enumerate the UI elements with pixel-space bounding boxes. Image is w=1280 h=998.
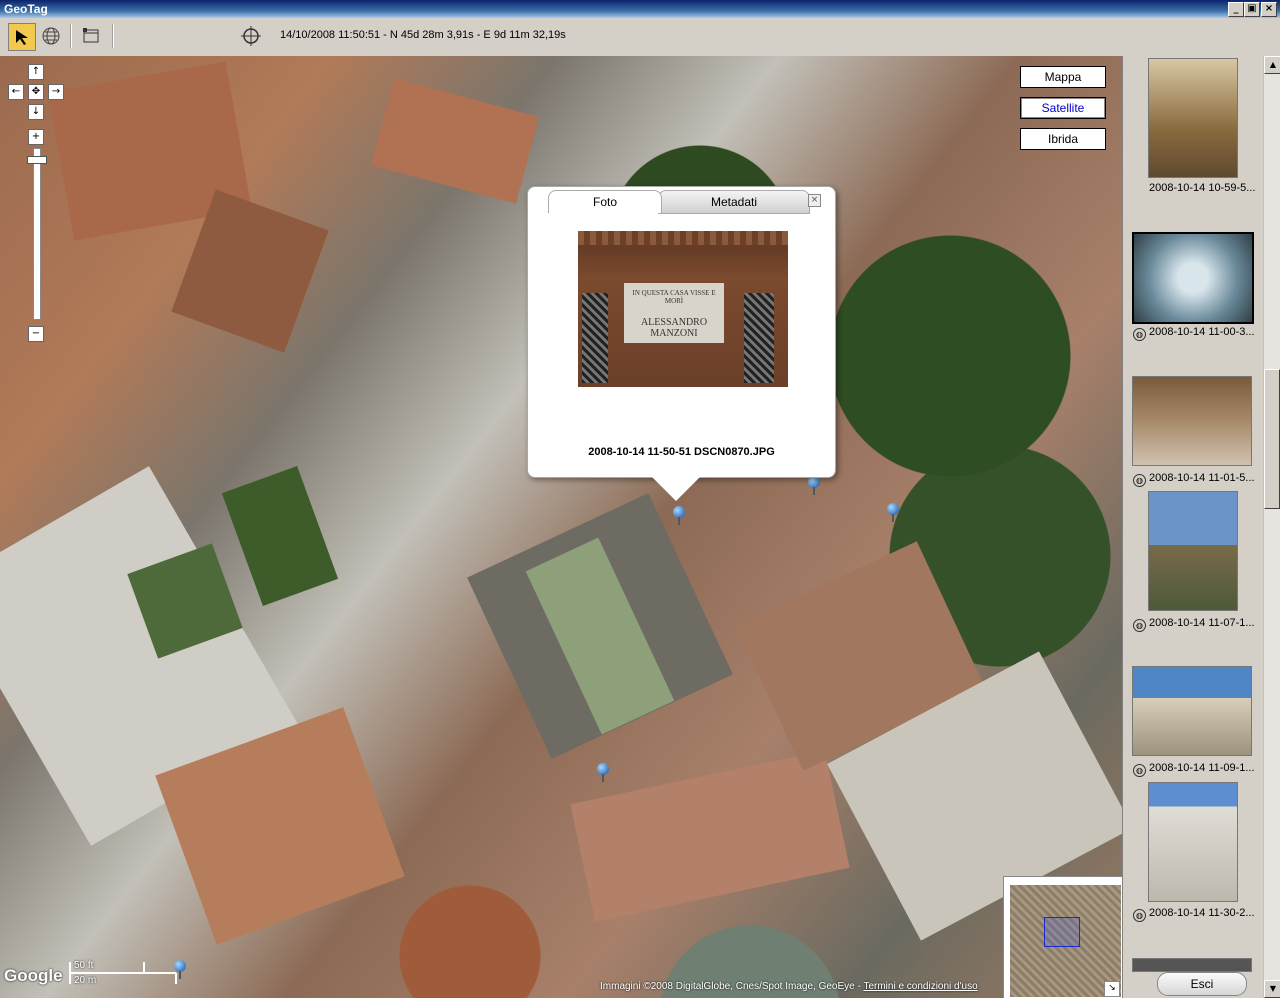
photo-window-grille	[744, 293, 774, 383]
photo-marker-pin[interactable]	[887, 503, 899, 522]
pan-center-button[interactable]: ✥	[28, 84, 44, 100]
window-title: GeoTag	[4, 2, 48, 16]
minimize-button[interactable]: _	[1228, 2, 1244, 17]
globe-icon: ◍	[1133, 328, 1146, 341]
vertical-scrollbar[interactable]: ▲ ▼	[1263, 56, 1280, 998]
copyright-text: Immagini ©2008 DigitalGlobe, Cnes/Spot I…	[600, 981, 855, 992]
pan-down-button[interactable]: ↓	[28, 104, 44, 120]
tab-photo[interactable]: Foto	[548, 190, 662, 213]
pan-right-button[interactable]: →	[48, 84, 64, 100]
zoom-out-button[interactable]: −	[28, 326, 44, 342]
popup-pointer	[650, 475, 702, 501]
photo-thumbnail[interactable]	[1132, 666, 1252, 756]
globe-tool-button[interactable]	[38, 23, 64, 49]
photo-thumbnail[interactable]	[1148, 58, 1238, 178]
toolbar: 14/10/2008 11:50:51 - N 45d 28m 3,91s - …	[0, 18, 1280, 57]
close-window-button[interactable]: ×	[1261, 2, 1277, 17]
maximize-button[interactable]: ▣	[1244, 2, 1260, 17]
photo-thumbnail-label: 2008-10-14 10-59-5...	[1149, 182, 1256, 194]
tab-metadata[interactable]: Metadati	[658, 190, 810, 214]
scale-bar: 50 ft 20 m	[68, 958, 178, 988]
photo-thumbnail-label: ◍ 2008-10-14 11-30-2...	[1133, 907, 1255, 922]
zoom-in-button[interactable]: +	[28, 129, 44, 145]
photo-thumbnail-selected[interactable]	[1132, 232, 1254, 324]
window-icon	[83, 28, 99, 43]
photo-thumbnail[interactable]	[1148, 782, 1238, 902]
exit-button[interactable]: Esci	[1157, 972, 1247, 996]
plaque-line-1: IN QUESTA CASA VISSE E MORÌ	[632, 289, 716, 305]
zoom-slider-track[interactable]	[33, 148, 41, 320]
map-building	[570, 750, 850, 922]
toolbar-separator	[70, 24, 72, 48]
photo-thumbnail-label: ◍ 2008-10-14 11-07-1...	[1133, 617, 1255, 632]
photo-thumbnail-label: ◍ 2008-10-14 11-09-1...	[1133, 762, 1255, 777]
pan-left-button[interactable]: ←	[8, 84, 24, 100]
info-window-tabs: Metadati Foto	[548, 190, 823, 214]
globe-icon: ◍	[1133, 474, 1146, 487]
photo-thumbnail[interactable]	[1132, 958, 1252, 972]
map-copyright: Immagini ©2008 DigitalGlobe, Cnes/Spot I…	[600, 981, 978, 992]
photo-preview: IN QUESTA CASA VISSE E MORÌ ALESSANDRO M…	[578, 231, 788, 387]
photo-thumbnail[interactable]	[1148, 491, 1238, 611]
scale-meters-label: 20 m	[74, 975, 97, 986]
scroll-down-button[interactable]: ▼	[1264, 980, 1280, 998]
photo-thumbnail-label: ◍ 2008-10-14 11-00-3...	[1133, 326, 1255, 341]
scroll-thumb[interactable]	[1264, 369, 1280, 509]
close-popup-button[interactable]: ×	[808, 194, 821, 207]
photo-marker-pin[interactable]	[597, 763, 609, 782]
map-building	[370, 78, 540, 204]
toolbar-separator	[112, 24, 114, 48]
overview-map[interactable]	[1003, 876, 1122, 998]
pointer-tool-button[interactable]	[8, 23, 36, 51]
globe-icon: ◍	[1133, 909, 1146, 922]
map-courtyard	[221, 465, 339, 607]
overview-viewport-box[interactable]	[1044, 917, 1080, 947]
photo-thumbnail[interactable]	[1132, 376, 1252, 466]
photo-plaque: IN QUESTA CASA VISSE E MORÌ ALESSANDRO M…	[624, 283, 724, 343]
locate-button[interactable]	[238, 23, 264, 49]
photo-marker-pin[interactable]	[673, 506, 685, 525]
photo-frieze	[578, 231, 788, 245]
pan-up-button[interactable]: ↑	[28, 64, 44, 80]
photo-list-panel: 2008-10-14 10-59-5... ◍ 2008-10-14 11-00-…	[1122, 56, 1263, 998]
crosshair-icon	[241, 26, 261, 46]
title-bar: GeoTag _ ▣ ×	[0, 0, 1280, 18]
photo-caption: 2008-10-14 11-50-51 DSCN0870.JPG	[588, 446, 775, 458]
photo-window-grille	[582, 293, 608, 383]
globe-icon: ◍	[1133, 764, 1146, 777]
photo-info-window: Metadati Foto × IN QUESTA CASA VISSE E M…	[527, 186, 836, 478]
scale-feet-label: 50 ft	[74, 960, 94, 971]
zoom-slider-thumb[interactable]	[27, 156, 47, 164]
scroll-up-button[interactable]: ▲	[1264, 56, 1280, 74]
terms-link[interactable]: Termini e condizioni d'uso	[863, 981, 977, 992]
map-type-satellite-button[interactable]: Satellite	[1020, 97, 1106, 119]
photo-thumbnail-label: ◍ 2008-10-14 11-01-5...	[1133, 472, 1255, 487]
plaque-line-2: ALESSANDRO MANZONI	[640, 317, 708, 339]
map-navigation-control: ↑ ← ✥ → ↓ + −	[4, 64, 70, 349]
window-tool-button[interactable]	[78, 23, 104, 49]
google-logo[interactable]: Google	[4, 966, 63, 986]
coordinate-status: 14/10/2008 11:50:51 - N 45d 28m 3,91s - …	[280, 29, 566, 41]
map-type-map-button[interactable]: Mappa	[1020, 66, 1106, 88]
map-type-hybrid-button[interactable]: Ibrida	[1020, 128, 1106, 150]
globe-icon	[42, 27, 60, 45]
pointer-arrow-icon	[16, 30, 28, 45]
overview-toggle-button[interactable]: ↘	[1104, 981, 1120, 997]
globe-icon: ◍	[1133, 619, 1146, 632]
